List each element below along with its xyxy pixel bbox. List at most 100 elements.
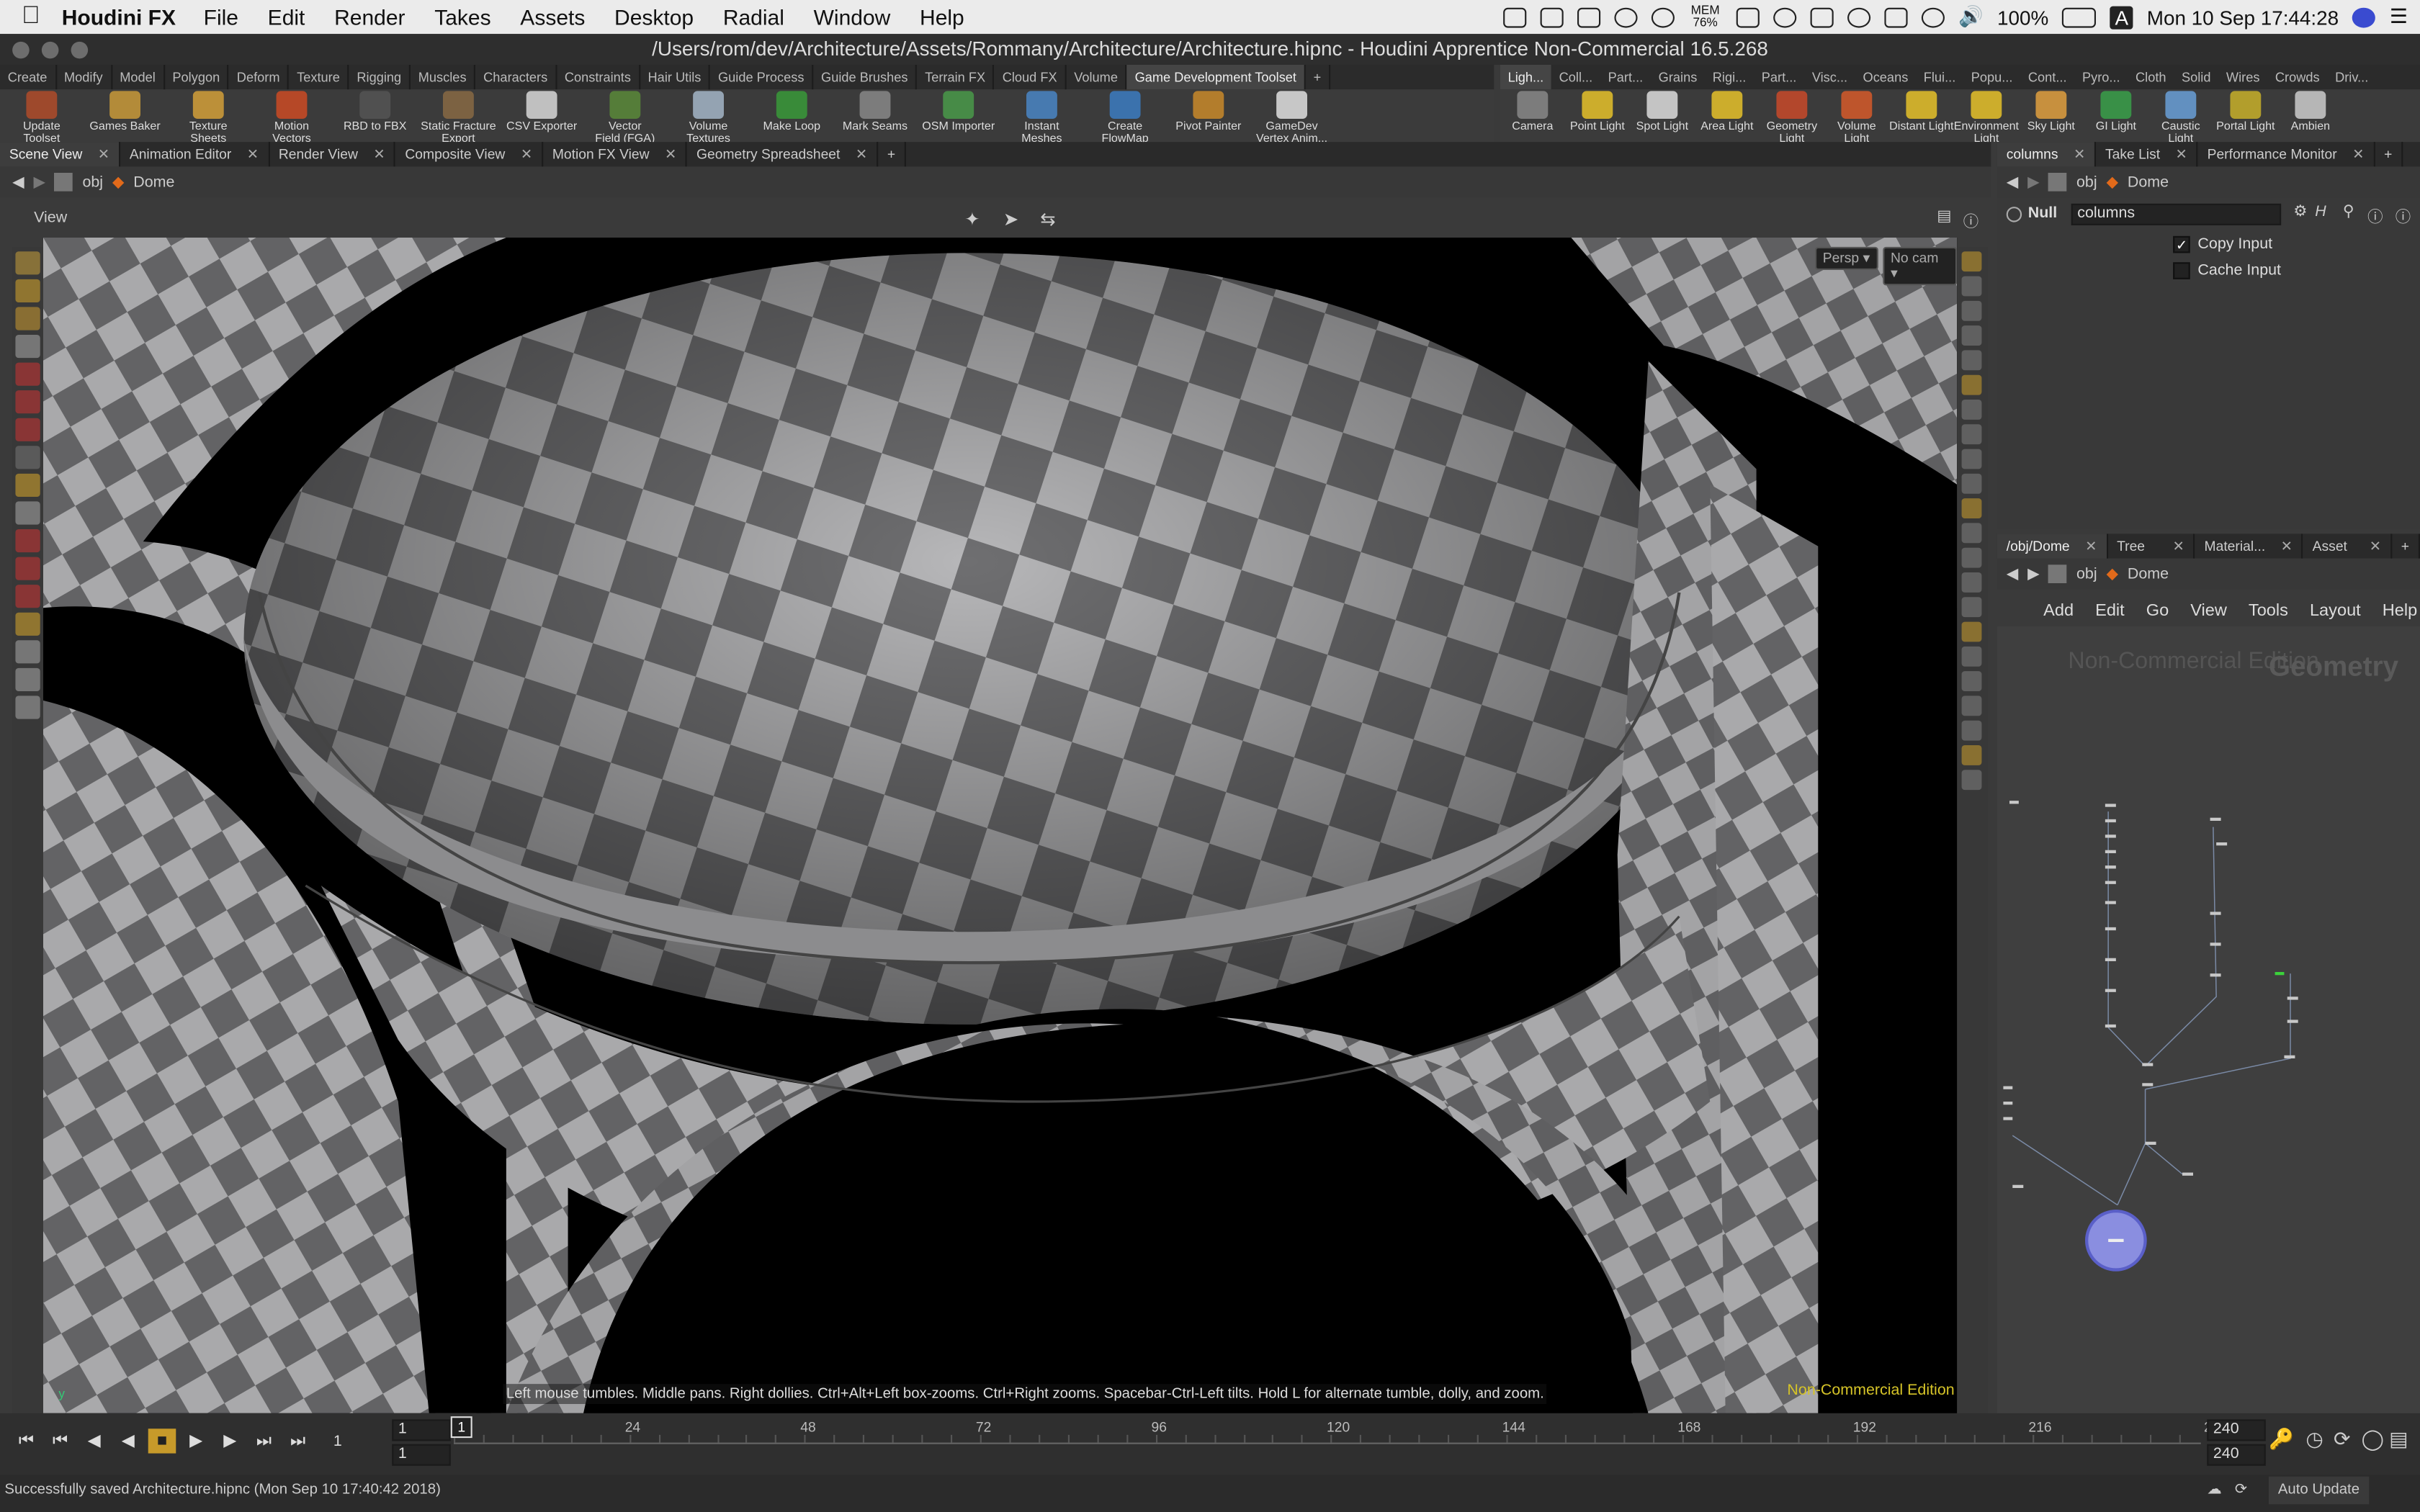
close-tab-icon[interactable]: ✕ [2370, 534, 2381, 558]
range-end-field[interactable]: 240 [2207, 1444, 2266, 1466]
pane-tab[interactable]: Render View ✕ [269, 142, 396, 167]
tool-status-icon[interactable] [1502, 6, 1527, 27]
display-option-icon[interactable] [1961, 572, 1982, 593]
network-menu-item[interactable]: View [2190, 595, 2227, 626]
shelf-tool-button[interactable]: Camera [1500, 89, 1565, 132]
pane-tab[interactable]: Take List ✕ [2096, 142, 2198, 167]
screen-icon[interactable] [1577, 6, 1600, 27]
viewport-tool-icon[interactable] [15, 696, 40, 719]
display-option-icon[interactable] [1961, 276, 1982, 297]
light-shelf-tab[interactable]: Oceans [1855, 65, 1916, 89]
step-back-icon[interactable]: ◀ [80, 1428, 108, 1453]
memory-indicator[interactable]: MEM 76% [1688, 4, 1722, 29]
stop-icon[interactable]: ■ [148, 1428, 176, 1454]
back-arrow-icon[interactable]: ◀ [2007, 565, 2019, 582]
display-option-icon[interactable] [1961, 720, 1982, 741]
shelf-tab[interactable]: Modify [56, 65, 112, 90]
viewport-tool-icon[interactable] [15, 362, 40, 386]
loop-icon[interactable]: ⟳ [2334, 1427, 2350, 1452]
hda-icon[interactable]: H [2315, 204, 2326, 221]
shelf-tool-button[interactable]: Spot Light [1630, 89, 1695, 132]
pane-tab[interactable]: Scene View ✕ [0, 142, 120, 167]
shelf-tab[interactable]: Volume [1067, 65, 1127, 90]
shelf-tool-button[interactable]: Pivot Painter [1167, 89, 1250, 132]
transform-mode-icon[interactable]: ⇆ [1040, 208, 1056, 230]
realtime-icon[interactable]: ◷ [2305, 1427, 2323, 1452]
viewport-tool-icon[interactable] [15, 279, 40, 302]
clock[interactable]: Mon 10 Sep 17:44:28 [2147, 6, 2339, 29]
viewport-tool-icon[interactable] [15, 612, 40, 636]
key-icon[interactable]: 🔑 [2269, 1427, 2294, 1452]
add-tab-button[interactable]: + [878, 142, 907, 167]
shelf-tool-button[interactable]: GameDev Vertex Anim... [1250, 89, 1334, 145]
display-option-icon[interactable] [1961, 424, 1982, 445]
shelf-tab[interactable]: Model [112, 65, 165, 90]
viewport-tool-icon[interactable] [15, 640, 40, 664]
shelf-tool-button[interactable]: CSV Exporter [500, 89, 583, 132]
shelf-tab[interactable]: Constraints [557, 65, 640, 90]
node-info-icon[interactable] [2006, 207, 2022, 222]
shelf-tab[interactable]: Create [0, 65, 57, 90]
display-option-icon[interactable] [1961, 473, 1982, 494]
select-mode-icon[interactable]: ✦ [964, 208, 980, 230]
close-tab-icon[interactable]: ✕ [665, 142, 676, 166]
3d-viewport[interactable]: y Persp ▾ No cam ▾ [43, 238, 1958, 1413]
close-tab-icon[interactable]: ✕ [247, 142, 259, 166]
viewport-tool-icon[interactable] [15, 307, 40, 330]
forward-arrow-icon[interactable]: ▶ [34, 174, 46, 191]
display-option-icon[interactable] [1961, 325, 1982, 346]
close-tab-icon[interactable]: ✕ [2176, 142, 2187, 166]
shelf-tool-button[interactable]: Geometry Light [1760, 89, 1824, 145]
shelf-tool-button[interactable]: Point Light [1565, 89, 1630, 132]
light-shelf-tab[interactable]: Popu... [1963, 65, 2020, 89]
network-menu-item[interactable]: Tools [2249, 595, 2288, 626]
shelf-tool-button[interactable]: Ambien [2278, 89, 2343, 132]
display-option-icon[interactable] [1961, 547, 1982, 568]
menu-file[interactable]: File [204, 4, 238, 29]
range-start-field[interactable]: 1 [392, 1444, 451, 1466]
gauge-icon[interactable] [1651, 6, 1675, 27]
zoom-window-button[interactable] [71, 41, 89, 59]
viewport-tool-icon[interactable] [15, 585, 40, 608]
add-tab-button[interactable]: + [2392, 534, 2420, 559]
update-mode-menu[interactable]: Auto Update [2269, 1476, 2369, 1505]
menu-window[interactable]: Window [814, 4, 891, 29]
light-shelf-tab[interactable]: Rigi... [1705, 65, 1754, 89]
light-shelf-tab[interactable]: Visc... [1804, 65, 1855, 89]
shelf-tool-button[interactable]: Area Light [1695, 89, 1760, 132]
display-option-icon[interactable] [1961, 770, 1982, 791]
light-shelf-tab[interactable]: Cloth [2128, 65, 2174, 89]
help-icon[interactable]: ⓘ [2367, 204, 2383, 227]
light-shelf-tab[interactable]: Grains [1651, 65, 1705, 89]
cloud-icon[interactable]: ☁ [2207, 1477, 2221, 1505]
close-tab-icon[interactable]: ✕ [2281, 534, 2293, 558]
shelf-tool-button[interactable]: RBD to FBX [333, 89, 417, 132]
network-menu-item[interactable]: Layout [2310, 595, 2361, 626]
shelf-tool-button[interactable]: Create FlowMap [1083, 89, 1167, 145]
status-circle-icon[interactable] [1614, 6, 1638, 27]
app-menu[interactable]: Houdini FX [62, 4, 176, 29]
close-tab-icon[interactable]: ✕ [856, 142, 867, 166]
display-option-icon[interactable] [1961, 523, 1982, 544]
shelf-tool-button[interactable]: Games Baker [84, 89, 167, 132]
viewport-tool-icon[interactable] [15, 446, 40, 469]
forward-arrow-icon[interactable]: ▶ [2027, 174, 2040, 191]
menu-radial[interactable]: Radial [723, 4, 784, 29]
viewport-tool-icon[interactable] [15, 557, 40, 580]
wifi-icon[interactable] [1921, 6, 1945, 27]
shelf-tool-button[interactable]: Static Fracture Export [417, 89, 501, 145]
display-option-icon[interactable] [1961, 350, 1982, 371]
close-tab-icon[interactable]: ✕ [98, 142, 109, 166]
search-icon[interactable]: ⚲ [2343, 204, 2354, 221]
timeline-ruler[interactable]: 1244872961201441681922162 [454, 1416, 2212, 1444]
close-window-button[interactable] [12, 41, 30, 59]
battery-icon[interactable] [2062, 6, 2097, 27]
light-shelf-tab[interactable]: Flui... [1916, 65, 1963, 89]
add-tab-button[interactable]: + [2375, 142, 2403, 167]
display-option-icon[interactable] [1961, 597, 1982, 618]
pane-tab[interactable]: Geometry Spreadsheet ✕ [687, 142, 879, 167]
shelf-tool-button[interactable]: Mark Seams [833, 89, 917, 132]
copy-input-checkbox[interactable]: ✓ [2173, 235, 2190, 253]
display-option-icon[interactable] [1961, 621, 1982, 642]
shelf-tab[interactable]: Characters [475, 65, 557, 90]
